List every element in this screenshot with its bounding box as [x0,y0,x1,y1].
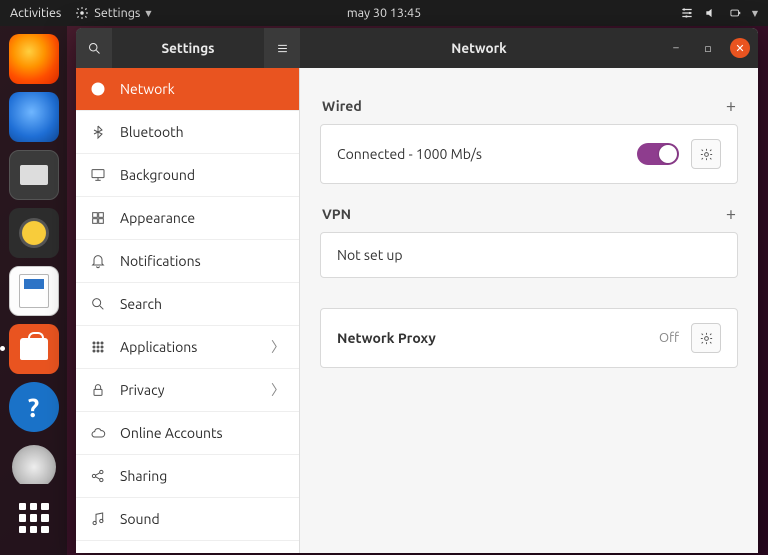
globe-icon [90,81,106,97]
activities-button[interactable]: Activities [10,6,61,20]
chevron-down-icon: ▼ [145,9,151,18]
chevron-down-icon: ▼ [752,9,758,18]
sidebar-item-bluetooth[interactable]: Bluetooth [76,111,299,154]
content-title: Network [300,40,658,56]
sidebar-item-label: Online Accounts [120,425,285,441]
sidebar-item-applications[interactable]: Applications 〉 [76,326,299,369]
sidebar-item-label: Appearance [120,210,285,226]
search-icon [87,41,102,56]
bell-icon [90,253,106,269]
battery-icon [728,6,742,20]
sidebar-item-appearance[interactable]: Appearance [76,197,299,240]
app-menu-label: Settings [94,6,140,20]
maximize-button[interactable]: ▫ [698,38,718,58]
dock-ubuntu-software[interactable] [9,324,59,374]
settings-window: Settings Network – ▫ ✕ Network [76,28,758,553]
network-icon [680,6,694,20]
sidebar-item-label: Applications [120,339,257,355]
hamburger-menu-button[interactable] [264,28,300,68]
wired-status: Connected - 1000 Mb/s [337,146,625,162]
close-button[interactable]: ✕ [730,38,750,58]
hamburger-icon [275,41,290,56]
sidebar-item-background[interactable]: Background [76,154,299,197]
chevron-right-icon: 〉 [271,380,285,400]
titlebar: Settings Network – ▫ ✕ [76,28,758,68]
sidebar-title: Settings [112,40,264,56]
add-vpn-button[interactable]: + [726,204,736,224]
wired-heading: Wired [322,98,362,114]
wired-section-header: Wired + [322,96,736,116]
appearance-icon [90,210,106,226]
sidebar-item-label: Network [120,81,285,97]
sidebar-item-sharing[interactable]: Sharing [76,455,299,498]
app-menu[interactable]: Settings ▼ [75,6,151,20]
content-pane: Wired + Connected - 1000 Mb/s VPN + Not … [300,68,758,553]
search-button[interactable] [76,28,112,68]
dock-libreoffice-writer[interactable] [9,266,59,316]
sidebar-item-privacy[interactable]: Privacy 〉 [76,369,299,412]
lock-icon [90,382,106,398]
sidebar-item-label: Bluetooth [120,124,285,140]
gear-icon [699,331,714,346]
sidebar-item-power[interactable]: Power [76,541,299,553]
search-icon [90,296,106,312]
network-proxy-card[interactable]: Network Proxy Off [320,308,738,368]
dock-thunderbird[interactable] [9,92,59,142]
add-wired-button[interactable]: + [726,96,736,116]
grid-icon [90,339,106,355]
wired-connection-card: Connected - 1000 Mb/s [320,124,738,184]
proxy-heading: Network Proxy [337,330,647,346]
gear-icon [75,6,89,20]
dock-files[interactable] [9,150,59,200]
dock-disk[interactable] [9,440,59,484]
sidebar-item-network[interactable]: Network [76,68,299,111]
dock-help[interactable]: ? [9,382,59,432]
sidebar-item-label: Sharing [120,468,285,484]
proxy-status: Off [659,331,679,345]
vpn-section-header: VPN + [322,204,736,224]
sidebar-item-label: Privacy [120,382,257,398]
dock: ? [0,26,67,555]
system-status-area[interactable]: ▼ [680,6,758,20]
dock-rhythmbox[interactable] [9,208,59,258]
vpn-card: Not set up [320,232,738,278]
sidebar-item-label: Notifications [120,253,285,269]
sidebar-item-notifications[interactable]: Notifications [76,240,299,283]
wired-settings-button[interactable] [691,139,721,169]
volume-icon [704,6,718,20]
chevron-right-icon: 〉 [271,337,285,357]
monitor-icon [90,167,106,183]
sidebar-item-sound[interactable]: Sound [76,498,299,541]
dock-show-applications[interactable] [9,493,59,543]
sidebar-item-search[interactable]: Search [76,283,299,326]
cloud-icon [90,425,106,441]
sidebar-item-label: Background [120,167,285,183]
minimize-button[interactable]: – [666,38,686,58]
gnome-top-panel: Activities Settings ▼ may 30 13:45 ▼ [0,0,768,26]
bluetooth-icon [90,124,106,140]
sidebar-item-online-accounts[interactable]: Online Accounts [76,412,299,455]
vpn-heading: VPN [322,206,351,222]
wired-toggle[interactable] [637,143,679,165]
proxy-settings-button[interactable] [691,323,721,353]
sidebar-item-label: Sound [120,511,285,527]
music-icon [90,511,106,527]
clock[interactable]: may 30 13:45 [347,6,421,20]
gear-icon [699,147,714,162]
vpn-status: Not set up [337,247,721,263]
share-icon [90,468,106,484]
dock-firefox[interactable] [9,34,59,84]
settings-sidebar: Network Bluetooth Background Appearance … [76,68,300,553]
sidebar-item-label: Search [120,296,285,312]
